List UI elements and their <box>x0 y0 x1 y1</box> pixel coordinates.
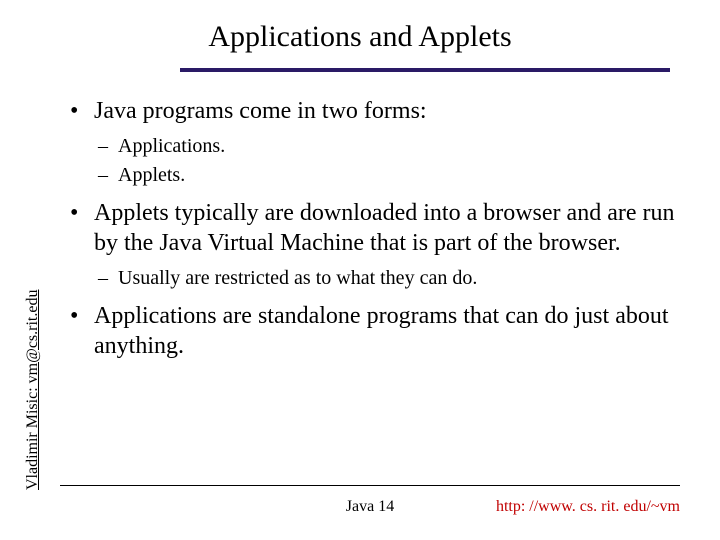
footer-url: http: //www. cs. rit. edu/~vm <box>496 498 680 516</box>
bullet-level2: Applications. <box>98 134 680 159</box>
slide-title: Applications and Applets <box>0 0 720 68</box>
author-credit: Vladimir Misic: vm@cs.rit.edu <box>24 290 42 490</box>
footer: Java 14 http: //www. cs. rit. edu/~vm <box>60 498 680 516</box>
bullet-level1: Applets typically are downloaded into a … <box>70 198 680 258</box>
bullet-level2: Usually are restricted as to what they c… <box>98 266 680 291</box>
bullet-level2: Applets. <box>98 163 680 188</box>
sidebar: Vladimir Misic: vm@cs.rit.edu <box>2 0 30 540</box>
footer-rule <box>60 485 680 486</box>
page-number: Java 14 <box>346 498 394 516</box>
bullet-level1: Applications are standalone programs tha… <box>70 301 680 361</box>
content-area: Java programs come in two forms: Applica… <box>0 72 720 361</box>
bullet-level1: Java programs come in two forms: <box>70 96 680 126</box>
slide: Applications and Applets Java programs c… <box>0 0 720 540</box>
